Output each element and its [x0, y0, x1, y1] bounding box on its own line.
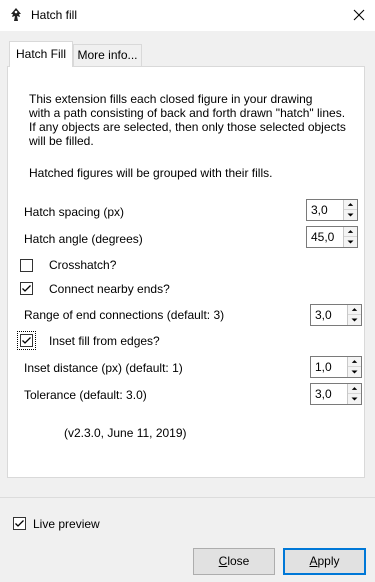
- apply-button-mnemonic: A: [309, 554, 318, 568]
- checkmark-icon: [15, 520, 24, 527]
- hatch-angle-label: Hatch angle (degrees): [24, 232, 143, 246]
- spin-down-icon[interactable]: [348, 367, 361, 377]
- hatch-spacing-value: 3,0: [311, 203, 328, 217]
- tab-hatch-fill-label: Hatch Fill: [15, 47, 66, 61]
- spin-up-icon[interactable]: [344, 227, 357, 237]
- close-button-label: lose: [227, 554, 250, 568]
- inset-distance-value: 1,0: [315, 360, 332, 374]
- description-line: Hatched figures will be grouped with the…: [29, 166, 273, 180]
- window-title: Hatch fill: [31, 8, 78, 22]
- inset-distance-label: Inset distance (px) (default: 1): [24, 361, 183, 375]
- tolerance-spinbox[interactable]: 3,0: [310, 383, 362, 405]
- crosshatch-checkbox[interactable]: [20, 259, 33, 272]
- description-line: This extension fills each closed figure …: [29, 92, 313, 106]
- tolerance-value: 3,0: [315, 387, 332, 401]
- live-preview-label: Live preview: [33, 517, 100, 531]
- spin-down-icon[interactable]: [344, 237, 357, 247]
- spin-arrows: [343, 200, 357, 220]
- hatch-angle-spinbox[interactable]: 45,0: [306, 226, 358, 248]
- close-icon[interactable]: [348, 3, 370, 27]
- checkmark-icon: [22, 285, 31, 292]
- inset-fill-checkbox[interactable]: [20, 334, 33, 347]
- spin-up-icon[interactable]: [348, 305, 361, 315]
- tab-hatch-fill[interactable]: Hatch Fill: [9, 41, 73, 67]
- title-bar: Hatch fill: [0, 0, 375, 31]
- connect-ends-label: Connect nearby ends?: [49, 282, 170, 296]
- description-line: will be filled.: [29, 134, 94, 148]
- apply-button[interactable]: Apply: [283, 548, 366, 575]
- apply-button-label: pply: [317, 554, 340, 568]
- spin-down-icon[interactable]: [348, 315, 361, 325]
- tab-more-info[interactable]: More info...: [73, 44, 142, 67]
- divider: [0, 497, 375, 498]
- inkscape-app-icon: [11, 8, 21, 21]
- connect-ends-checkbox[interactable]: [20, 282, 33, 295]
- version-text: (v2.3.0, June 11, 2019): [64, 426, 187, 440]
- hatch-spacing-label: Hatch spacing (px): [24, 205, 125, 219]
- inset-distance-spinbox[interactable]: 1,0: [310, 356, 362, 378]
- description-line: with a path consisting of back and forth…: [29, 106, 346, 120]
- spin-arrows: [347, 305, 361, 325]
- crosshatch-label: Crosshatch?: [49, 258, 117, 272]
- spin-up-icon[interactable]: [348, 357, 361, 367]
- range-end-value: 3,0: [315, 308, 332, 322]
- spin-arrows: [347, 384, 361, 404]
- spin-arrows: [347, 357, 361, 377]
- tab-more-info-label: More info...: [77, 48, 138, 62]
- description-line: If any objects are selected, then only t…: [29, 120, 346, 134]
- tolerance-label: Tolerance (default: 3.0): [24, 388, 147, 402]
- spin-down-icon[interactable]: [348, 394, 361, 404]
- inset-fill-label: Inset fill from edges?: [49, 334, 160, 348]
- checkmark-icon: [22, 337, 31, 344]
- close-button[interactable]: Close: [193, 548, 275, 575]
- hatch-angle-value: 45,0: [311, 230, 335, 244]
- range-end-spinbox[interactable]: 3,0: [310, 304, 362, 326]
- spin-up-icon[interactable]: [344, 200, 357, 210]
- spin-up-icon[interactable]: [348, 384, 361, 394]
- live-preview-checkbox[interactable]: [13, 517, 26, 530]
- range-end-label: Range of end connections (default: 3): [24, 308, 225, 322]
- spin-down-icon[interactable]: [344, 210, 357, 220]
- spin-arrows: [343, 227, 357, 247]
- hatch-spacing-spinbox[interactable]: 3,0: [306, 199, 358, 221]
